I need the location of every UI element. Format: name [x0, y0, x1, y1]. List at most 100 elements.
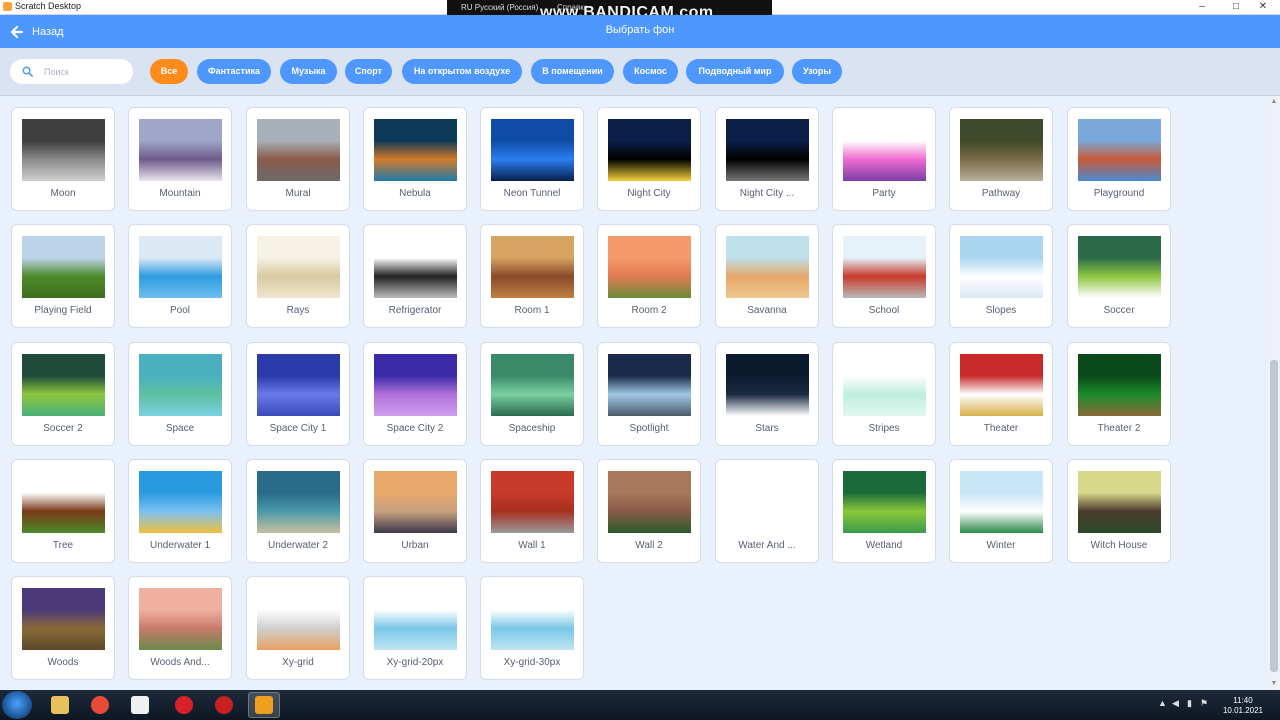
backdrop-tile[interactable]: Water And ...	[715, 459, 819, 563]
scroll-up-icon[interactable]: ▲	[1270, 98, 1278, 106]
search-input[interactable]	[44, 64, 126, 79]
backdrop-tile[interactable]: Underwater 1	[128, 459, 232, 563]
backdrop-tile[interactable]: Playground	[1067, 107, 1171, 211]
backdrop-thumbnail	[22, 236, 105, 298]
clock-date: 10.01.2021	[1222, 706, 1264, 715]
backdrop-tile[interactable]: Stripes	[832, 342, 936, 446]
chrome-icon[interactable]	[84, 692, 116, 718]
backdrop-tile[interactable]: Woods	[11, 576, 115, 680]
backdrop-name: Winter	[986, 540, 1016, 551]
backdrop-tile[interactable]: Pool	[128, 224, 232, 328]
backdrop-tile[interactable]: School	[832, 224, 936, 328]
minimize-button[interactable]: –	[1185, 0, 1219, 14]
backdrop-tile[interactable]: Underwater 2	[246, 459, 350, 563]
backdrop-tile[interactable]: Nebula	[363, 107, 467, 211]
backdrop-tile[interactable]: Savanna	[715, 224, 819, 328]
backdrop-tile[interactable]: Xy-grid	[246, 576, 350, 680]
backdrop-tile[interactable]: Mural	[246, 107, 350, 211]
language-indicator: RU Русский (Россия)	[461, 3, 539, 12]
backdrop-thumbnail	[257, 588, 340, 650]
tag-category-6[interactable]: Космос	[623, 59, 678, 84]
tag-category-4[interactable]: На открытом воздухе	[402, 59, 522, 84]
media-player-icon[interactable]	[124, 692, 156, 718]
backdrop-thumbnail	[257, 471, 340, 533]
backdrop-tile[interactable]: Tree	[11, 459, 115, 563]
backdrop-tile[interactable]: Slopes	[949, 224, 1053, 328]
backdrop-thumbnail	[139, 119, 222, 181]
backdrop-tile[interactable]: Theater	[949, 342, 1053, 446]
backdrop-tile[interactable]: Room 2	[597, 224, 701, 328]
start-button[interactable]	[2, 691, 32, 719]
opera-icon[interactable]	[168, 692, 200, 718]
tag-category-1[interactable]: Фантастика	[197, 59, 271, 84]
backdrop-tile[interactable]: Xy-grid-20px	[363, 576, 467, 680]
backdrop-tile[interactable]: Winter	[949, 459, 1053, 563]
backdrop-name: Xy-grid-30px	[503, 657, 561, 668]
backdrop-tile[interactable]: Playing Field	[11, 224, 115, 328]
backdrop-tile[interactable]: Woods And...	[128, 576, 232, 680]
backdrop-tile[interactable]: Night City	[597, 107, 701, 211]
backdrop-tile[interactable]: Party	[832, 107, 936, 211]
backdrop-tile[interactable]: Neon Tunnel	[480, 107, 584, 211]
scratch-icon[interactable]	[248, 692, 280, 718]
backdrop-name: Underwater 2	[267, 540, 329, 551]
backdrop-tile[interactable]: Witch House	[1067, 459, 1171, 563]
backdrop-tile[interactable]: Pathway	[949, 107, 1053, 211]
tray-expand-icon[interactable]: ▲	[1158, 698, 1167, 708]
backdrop-tile[interactable]: Wall 2	[597, 459, 701, 563]
tag-category-3[interactable]: Спорт	[345, 59, 392, 84]
backdrop-name: Playing Field	[34, 305, 92, 316]
network-icon[interactable]: ▮	[1187, 698, 1192, 709]
scrollbar-thumb[interactable]	[1270, 360, 1278, 672]
backdrop-tile[interactable]: Mountain	[128, 107, 232, 211]
backdrop-tile[interactable]: Space City 1	[246, 342, 350, 446]
backdrop-name: Theater	[983, 423, 1019, 434]
backdrop-tile[interactable]: Space	[128, 342, 232, 446]
backdrop-thumbnail	[139, 236, 222, 298]
taskbar-clock[interactable]: 11:40 10.01.2021	[1220, 696, 1266, 716]
backdrop-name: Urban	[401, 540, 429, 551]
action-center-icon[interactable]: ⚑	[1200, 698, 1208, 709]
tag-category-5[interactable]: В помещении	[531, 59, 614, 84]
scratch-icon-glyph	[255, 696, 273, 714]
backdrop-tile[interactable]: Space City 2	[363, 342, 467, 446]
bandicam-icon[interactable]	[208, 692, 240, 718]
backdrop-thumbnail	[1078, 236, 1161, 298]
volume-icon[interactable]: ◀	[1172, 698, 1179, 709]
explorer-icon[interactable]	[44, 692, 76, 718]
backdrop-tile[interactable]: Spotlight	[597, 342, 701, 446]
scroll-down-icon[interactable]: ▼	[1270, 680, 1278, 688]
backdrop-tile[interactable]: Soccer 2	[11, 342, 115, 446]
close-button[interactable]: ✕	[1246, 0, 1280, 14]
tag-all[interactable]: Все	[150, 59, 188, 84]
tag-category-7[interactable]: Подводный мир	[686, 59, 784, 84]
backdrop-thumbnail	[608, 354, 691, 416]
backdrop-thumbnail	[139, 588, 222, 650]
search-box[interactable]	[10, 59, 133, 84]
backdrop-name: Party	[872, 188, 896, 199]
backdrop-tile[interactable]: Stars	[715, 342, 819, 446]
backdrop-name: Underwater 1	[149, 540, 211, 551]
backdrop-tile[interactable]: Refrigerator	[363, 224, 467, 328]
backdrop-name: Water And ...	[738, 540, 796, 551]
backdrop-tile[interactable]: Soccer	[1067, 224, 1171, 328]
backdrop-tile[interactable]: Spaceship	[480, 342, 584, 446]
backdrop-thumbnail	[491, 236, 574, 298]
backdrop-tile[interactable]: Night City ...	[715, 107, 819, 211]
backdrop-thumbnail	[1078, 471, 1161, 533]
backdrop-tile[interactable]: Moon	[11, 107, 115, 211]
backdrop-tile[interactable]: Wall 1	[480, 459, 584, 563]
backdrop-name: Pathway	[981, 188, 1021, 199]
backdrop-thumbnail	[257, 354, 340, 416]
tag-category-2[interactable]: Музыка	[280, 59, 337, 84]
backdrop-tile[interactable]: Rays	[246, 224, 350, 328]
backdrop-tile[interactable]: Xy-grid-30px	[480, 576, 584, 680]
backdrop-tile[interactable]: Wetland	[832, 459, 936, 563]
backdrop-name: Nebula	[399, 188, 431, 199]
backdrop-tile[interactable]: Theater 2	[1067, 342, 1171, 446]
backdrop-tile[interactable]: Urban	[363, 459, 467, 563]
tag-category-8[interactable]: Узоры	[792, 59, 842, 84]
backdrop-thumbnail	[960, 354, 1043, 416]
backdrop-tile[interactable]: Room 1	[480, 224, 584, 328]
backdrop-name: Stars	[755, 423, 779, 434]
